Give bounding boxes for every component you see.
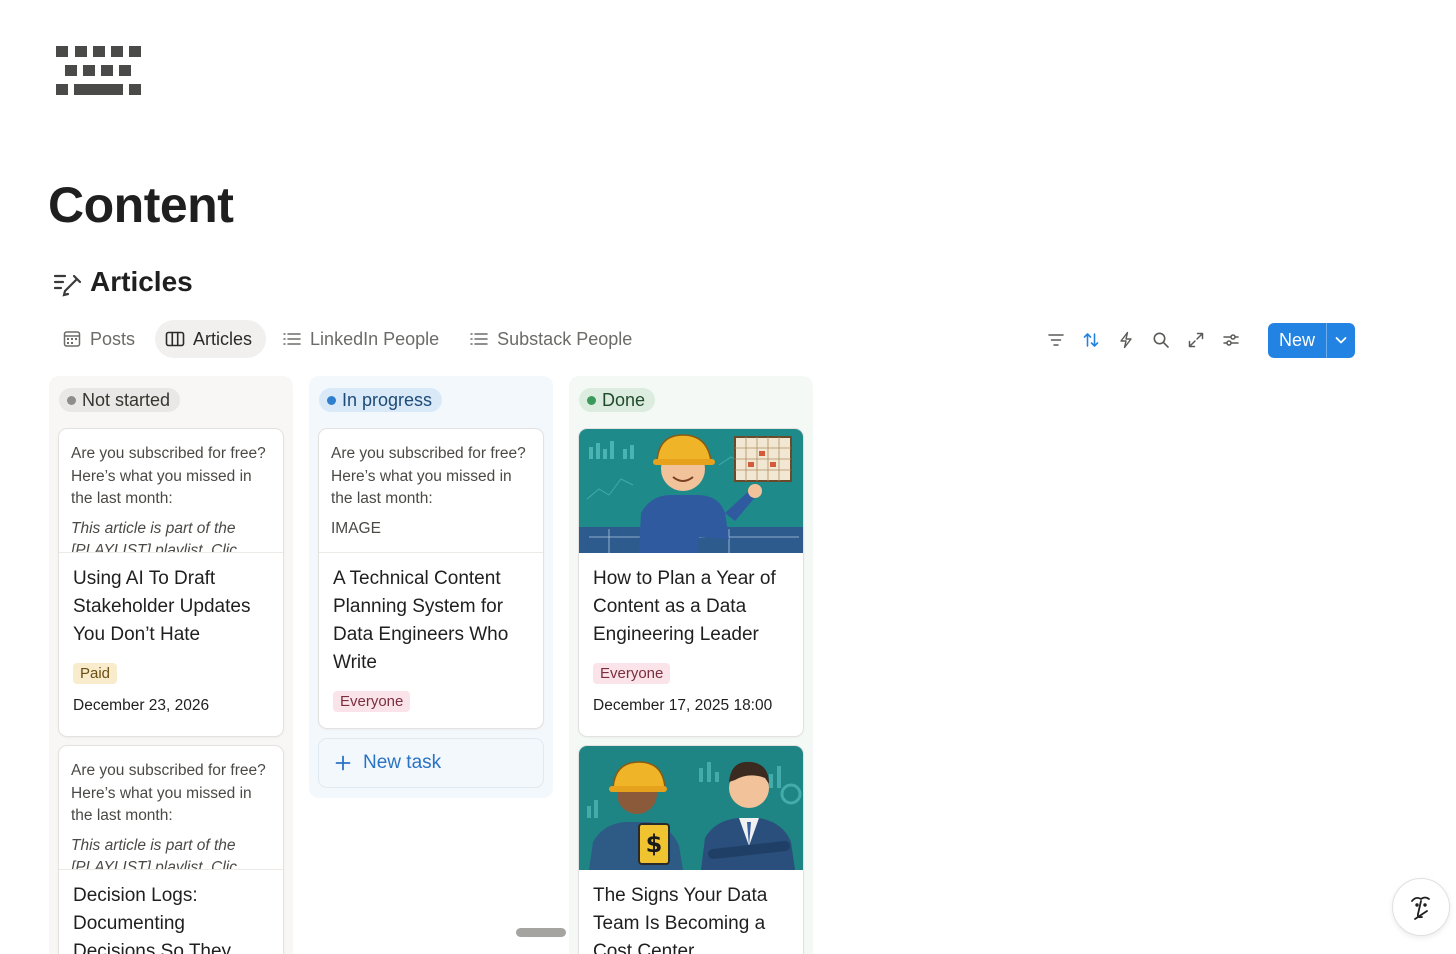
new-task-button[interactable]: New task [318,738,544,788]
page-title: Content [48,177,234,233]
list-icon [283,333,301,345]
search-button[interactable] [1149,328,1173,352]
board-icon [165,331,185,347]
list-icon [470,333,488,345]
board-column-not-started: Not started Are you subscribed for free?… [49,376,293,954]
database-heading[interactable]: Articles [52,266,193,298]
filter-button[interactable] [1044,328,1068,352]
card-date: December 23, 2026 [73,697,210,714]
card-preview: Are you subscribed for free? Here’s what… [59,429,283,553]
settings-icon [1223,334,1239,346]
horizontal-scrollbar-thumb[interactable] [516,928,566,937]
card-cover-image [579,429,803,553]
preview-text: Are you subscribed for free? Here’s what… [71,445,266,507]
card-preview: Are you subscribed for free? Here’s what… [319,429,543,553]
tab-label: Substack People [497,328,633,349]
search-icon [1153,332,1169,348]
card-preview: Are you subscribed for free? Here’s what… [59,746,283,870]
tab-label: Posts [90,328,136,349]
card-title: A Technical Content Planning System for … [333,568,509,673]
preview-extra: IMAGE [331,519,381,537]
preview-text: Are you subscribed for free? Here’s what… [331,445,526,507]
new-button[interactable]: New [1268,322,1328,358]
card-date: December 17, 2025 18:00 [593,697,773,714]
status-dot [587,395,596,405]
workspace-logo [56,46,141,95]
card-title: Using AI To Draft Stakeholder Updates Yo… [73,568,251,645]
tab-linkedin-people[interactable]: LinkedIn People [272,320,453,358]
status-label: In progress [342,389,433,410]
audience-tag: Paid [73,663,118,684]
audience-tag: Everyone [333,691,411,712]
card-title: How to Plan a Year of Content as a Data … [593,568,776,645]
assistant-face-icon [1411,896,1430,920]
status-dot [327,395,336,405]
status-label: Not started [82,389,171,410]
tab-substack-people[interactable]: Substack People [459,320,646,358]
audience-tag: Everyone [593,663,671,684]
board-card[interactable]: $ The Signs Your Data Team Is Becoming a… [578,745,804,954]
preview-extra: This article is part of the [PLAYLIST] p… [71,519,237,553]
automation-button[interactable] [1114,328,1138,352]
database-title: Articles [90,266,193,297]
sort-icon [1083,333,1099,347]
new-dropdown-button[interactable] [1327,323,1355,358]
edit-lines-icon [53,274,82,297]
status-badge[interactable]: Not started [59,388,181,412]
tab-label: LinkedIn People [310,328,440,349]
board-card[interactable]: Are you subscribed for free? Here’s what… [58,428,284,737]
chevron-down-icon [1335,337,1347,344]
status-badge[interactable]: Done [579,388,656,412]
board-card[interactable]: Are you subscribed for free? Here’s what… [58,745,284,954]
preview-text: Are you subscribed for free? Here’s what… [71,762,266,824]
expand-icon [1188,332,1204,348]
status-badge[interactable]: In progress [319,388,443,412]
new-button-group: New [1268,322,1356,358]
board-column-done: Done How to Plan a Year of Content as a … [569,376,813,954]
settings-button[interactable] [1219,328,1243,352]
sort-button[interactable] [1079,328,1103,352]
board-card[interactable]: Are you subscribed for free? Here’s what… [318,428,544,729]
card-cover-image: $ [579,746,803,870]
tab-articles[interactable]: Articles [155,320,267,358]
help-button[interactable] [1392,878,1450,936]
status-label: Done [602,389,646,410]
new-task-label: New task [363,752,442,773]
status-dot [67,395,76,405]
calendar-icon [63,331,81,347]
expand-button[interactable] [1184,328,1208,352]
board-column-in-progress: In progress Are you subscribed for free?… [309,376,553,798]
view-tabs: Posts Articles LinkedIn People Substack … [52,320,646,358]
card-title: The Signs Your Data Team Is Becoming a C… [593,885,768,954]
automation-icon [1120,331,1132,349]
view-toolbar: New [1044,322,1356,358]
tab-label: Articles [193,328,253,349]
svg-text:$: $ [646,830,663,858]
tab-posts[interactable]: Posts [52,320,149,358]
preview-extra: This article is part of the [PLAYLIST] p… [71,836,237,870]
board-card[interactable]: How to Plan a Year of Content as a Data … [578,428,804,737]
card-title: Decision Logs: Documenting Decisions So … [73,885,232,954]
filter-icon [1048,334,1064,346]
plus-icon [335,755,351,771]
